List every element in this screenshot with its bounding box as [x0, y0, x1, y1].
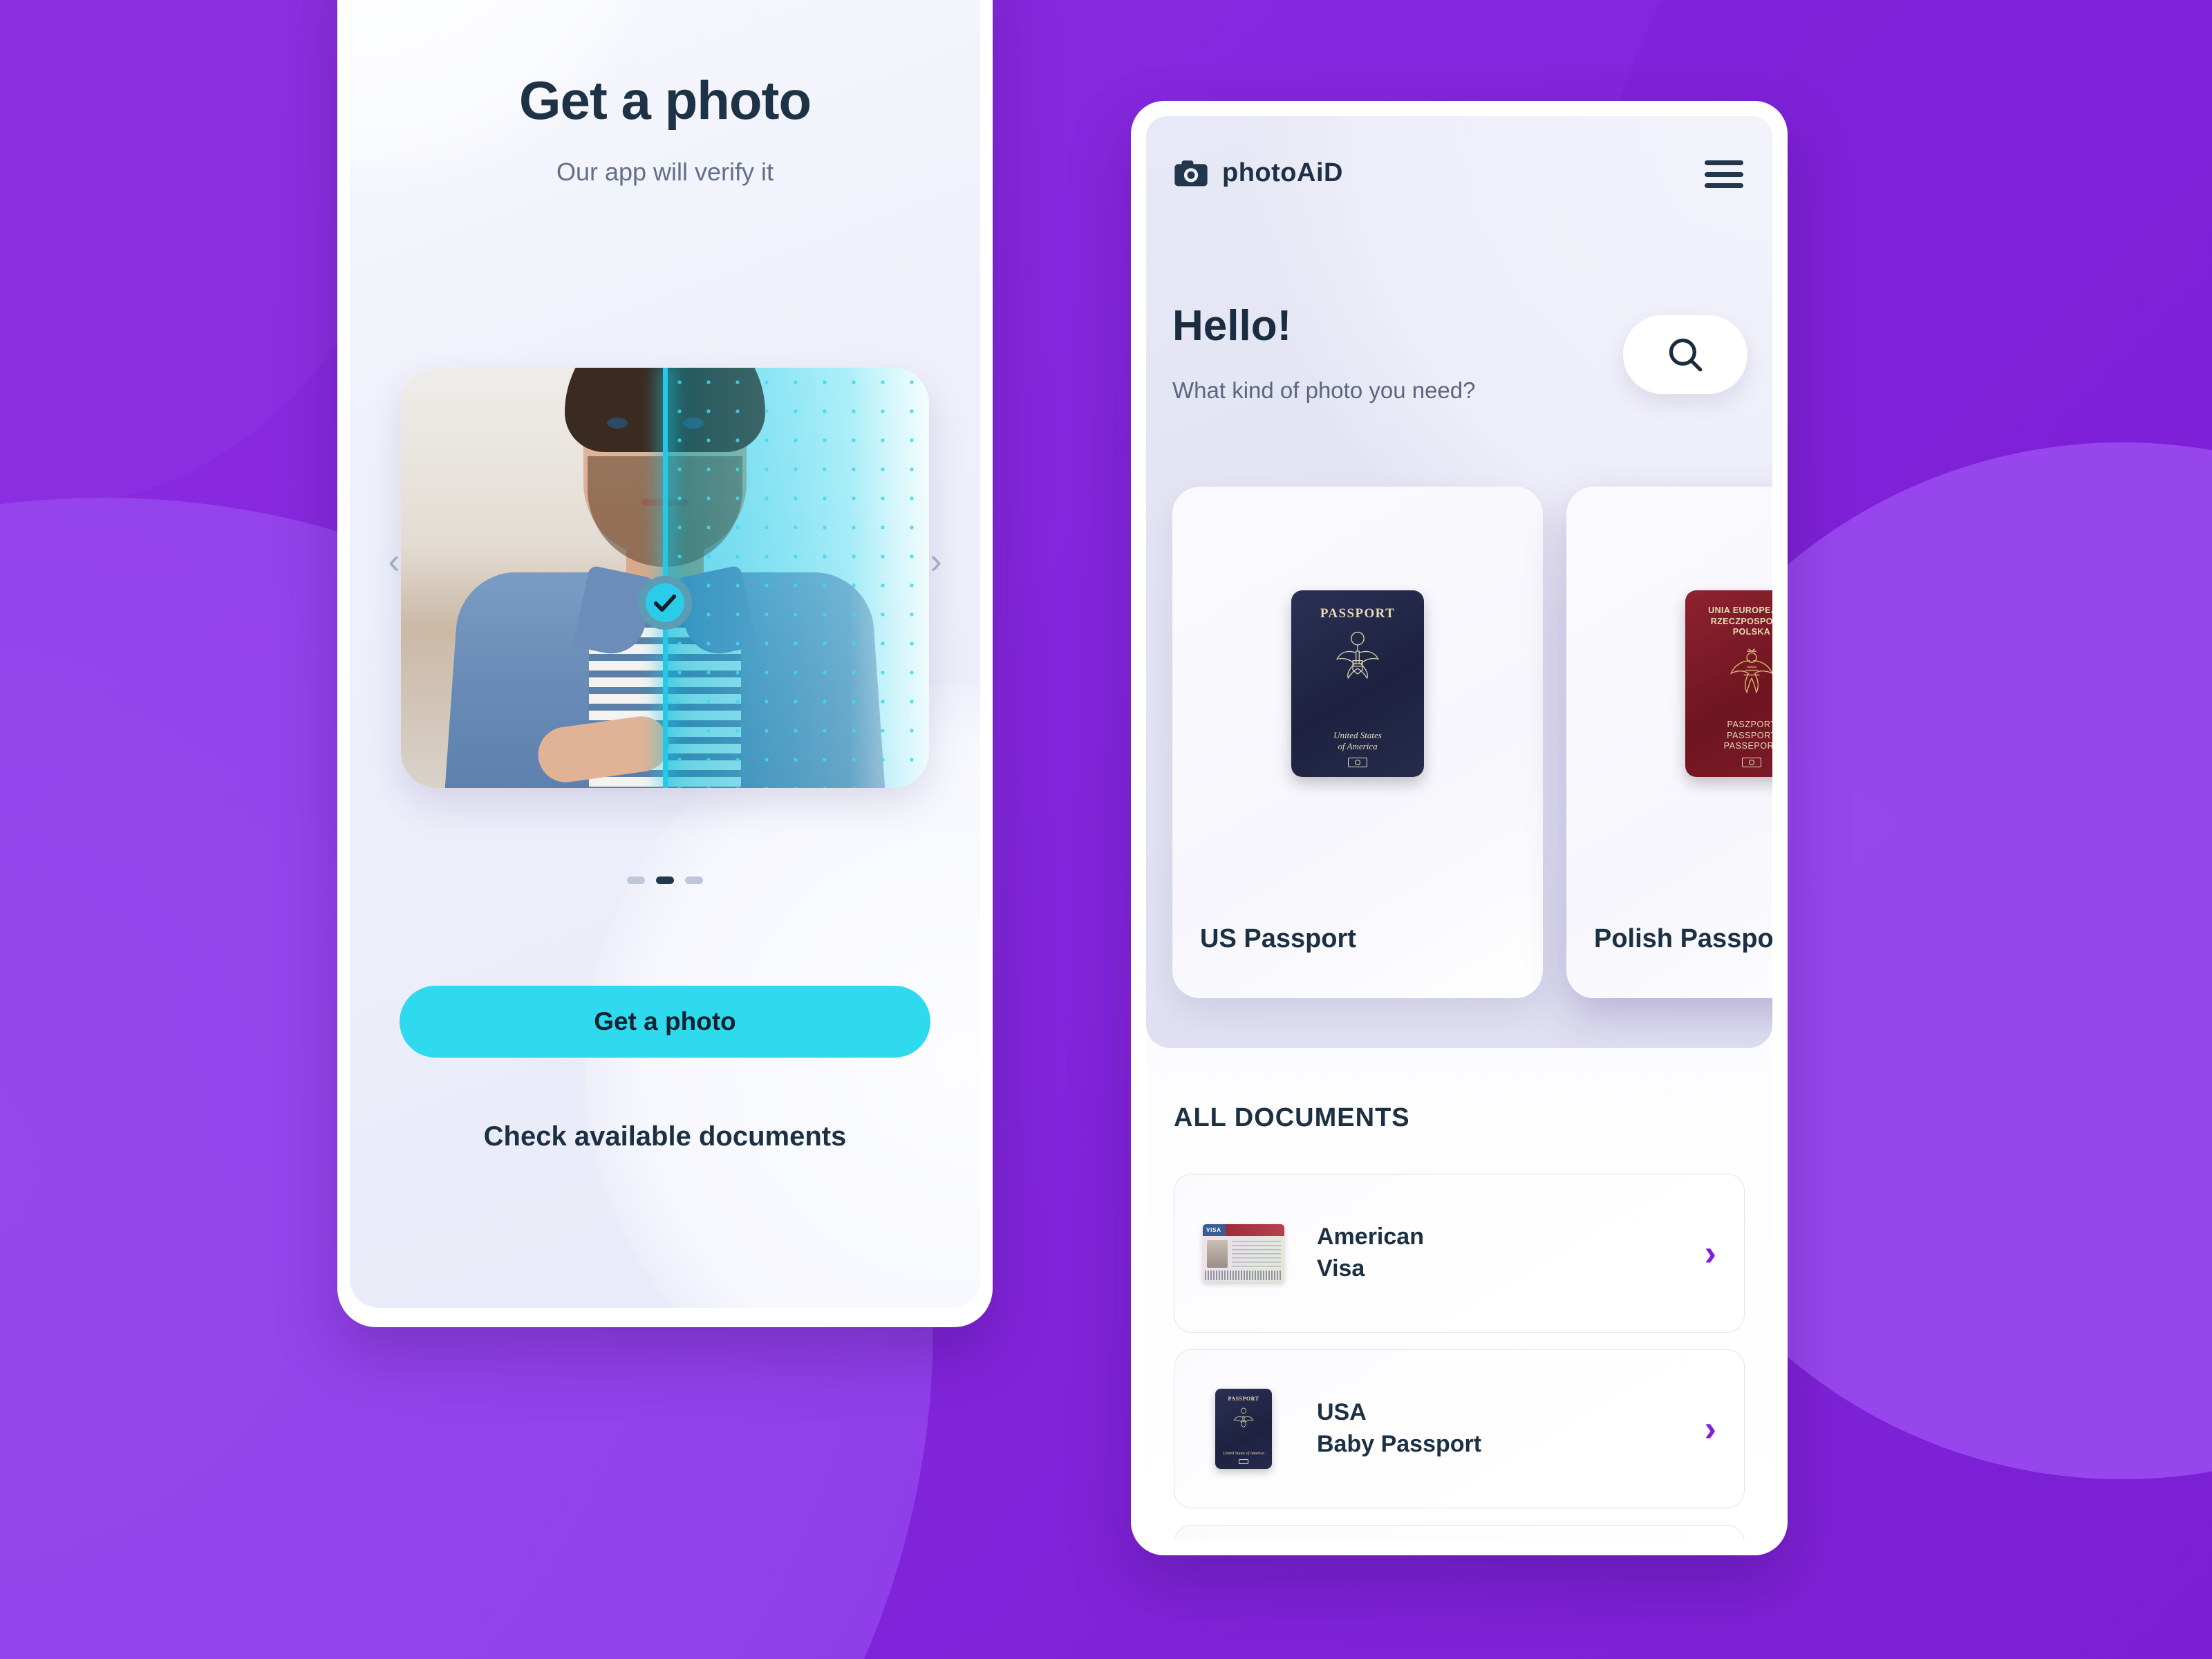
onboarding-screen: Get a photo Our app will verify it ‹ › G… — [350, 0, 980, 1308]
menu-bar-3 — [1705, 183, 1743, 188]
passport-bottom-text: United States of America — [1333, 729, 1382, 751]
search-icon — [1669, 338, 1703, 372]
get-a-photo-button[interactable]: Get a photo — [400, 986, 930, 1058]
photo-carousel: ‹ › — [350, 357, 980, 799]
eagle-emblem-icon — [1336, 631, 1379, 679]
featured-document-cards: PASSPORT United States of America US Pas… — [1172, 487, 1772, 998]
polish-eagle-emblem-icon — [1730, 648, 1772, 694]
eyebrow-left — [600, 402, 637, 410]
phone-mockup-right: photoAiD Hello! What kind of photo you n… — [1131, 101, 1788, 1555]
passport-top-text: UNIA EUROPEJSKA RZECZPOSPOLITA POLSKA — [1708, 606, 1772, 637]
featured-card-us-passport[interactable]: PASSPORT United States of America US Pas… — [1172, 487, 1543, 998]
list-item[interactable]: PASSPORT United States of America USA Ba… — [1174, 1349, 1745, 1508]
check-icon — [653, 594, 677, 612]
document-list: VISA American Visa › PASSPORT United Sta… — [1174, 1174, 1745, 1540]
pagination-dot-2[interactable] — [656, 877, 674, 884]
list-item-title: USA Baby Passport — [1317, 1397, 1481, 1461]
greeting-subtext: What kind of photo you need? — [1172, 377, 1476, 403]
carousel-pagination — [350, 877, 980, 884]
carousel-photo-card[interactable] — [401, 368, 929, 788]
list-item-line2: Baby Passport — [1317, 1431, 1482, 1457]
pagination-dot-3[interactable] — [685, 877, 703, 884]
camera-icon — [1174, 160, 1208, 187]
menu-bar-2 — [1705, 171, 1743, 177]
biometric-chip-icon — [1348, 758, 1367, 767]
list-item-line2: Visa — [1317, 1255, 1365, 1282]
home-top-panel: photoAiD Hello! What kind of photo you n… — [1146, 116, 1772, 1048]
biometric-chip-icon — [1742, 758, 1761, 767]
list-item-title: American Visa — [1317, 1221, 1424, 1285]
menu-icon[interactable] — [1705, 160, 1743, 188]
pagination-dot-1[interactable] — [627, 877, 645, 884]
us-visa-thumb-icon: VISA — [1203, 1224, 1284, 1282]
passport-bottom-text: PASZPORT PASSPORT PASSEPORT — [1723, 720, 1772, 751]
app-logo: photoAiD — [1172, 158, 1343, 188]
home-screen: photoAiD Hello! What kind of photo you n… — [1146, 116, 1772, 1540]
page-background — [0, 0, 2212, 1659]
check-available-documents-link[interactable]: Check available documents — [350, 1121, 980, 1152]
featured-card-label: Polish Passport — [1594, 924, 1772, 953]
page-subtitle: Our app will verify it — [556, 158, 774, 186]
document-thumbnail: PASSPORT United States of America — [1202, 1387, 1285, 1470]
document-thumbnail: VISA — [1202, 1212, 1285, 1295]
scan-dot-grid — [665, 368, 929, 788]
chevron-right-icon[interactable]: › — [1705, 1235, 1716, 1271]
featured-card-polish-passport[interactable]: UNIA EUROPEJSKA RZECZPOSPOLITA POLSKA — [1566, 487, 1772, 998]
list-item-line1: American — [1317, 1224, 1424, 1250]
menu-bar-1 — [1705, 160, 1743, 165]
us-passport-thumb-icon: PASSPORT United States of America — [1215, 1389, 1272, 1469]
page-title: Get a photo — [518, 70, 812, 131]
verification-photo — [401, 368, 929, 788]
greeting-heading: Hello! — [1172, 302, 1292, 350]
phone-mockup-left: Get a photo Our app will verify it ‹ › G… — [337, 0, 993, 1327]
chevron-right-icon[interactable]: › — [1705, 1411, 1716, 1447]
passport-top-text: PASSPORT — [1320, 606, 1396, 621]
list-item-partial[interactable] — [1174, 1525, 1745, 1540]
list-item[interactable]: VISA American Visa › — [1174, 1174, 1745, 1333]
us-passport-graphic: PASSPORT United States of America — [1291, 590, 1424, 777]
app-logo-text: photoAiD — [1222, 158, 1343, 187]
search-button[interactable] — [1623, 315, 1747, 394]
featured-card-label: US Passport — [1200, 924, 1356, 953]
eye-left — [607, 418, 628, 429]
section-title-all-documents: ALL DOCUMENTS — [1174, 1103, 1410, 1132]
list-item-line1: USA — [1317, 1399, 1367, 1426]
verified-check-badge — [638, 576, 692, 630]
polish-passport-graphic: UNIA EUROPEJSKA RZECZPOSPOLITA POLSKA — [1685, 590, 1772, 777]
eagle-emblem-icon — [1233, 1407, 1254, 1428]
